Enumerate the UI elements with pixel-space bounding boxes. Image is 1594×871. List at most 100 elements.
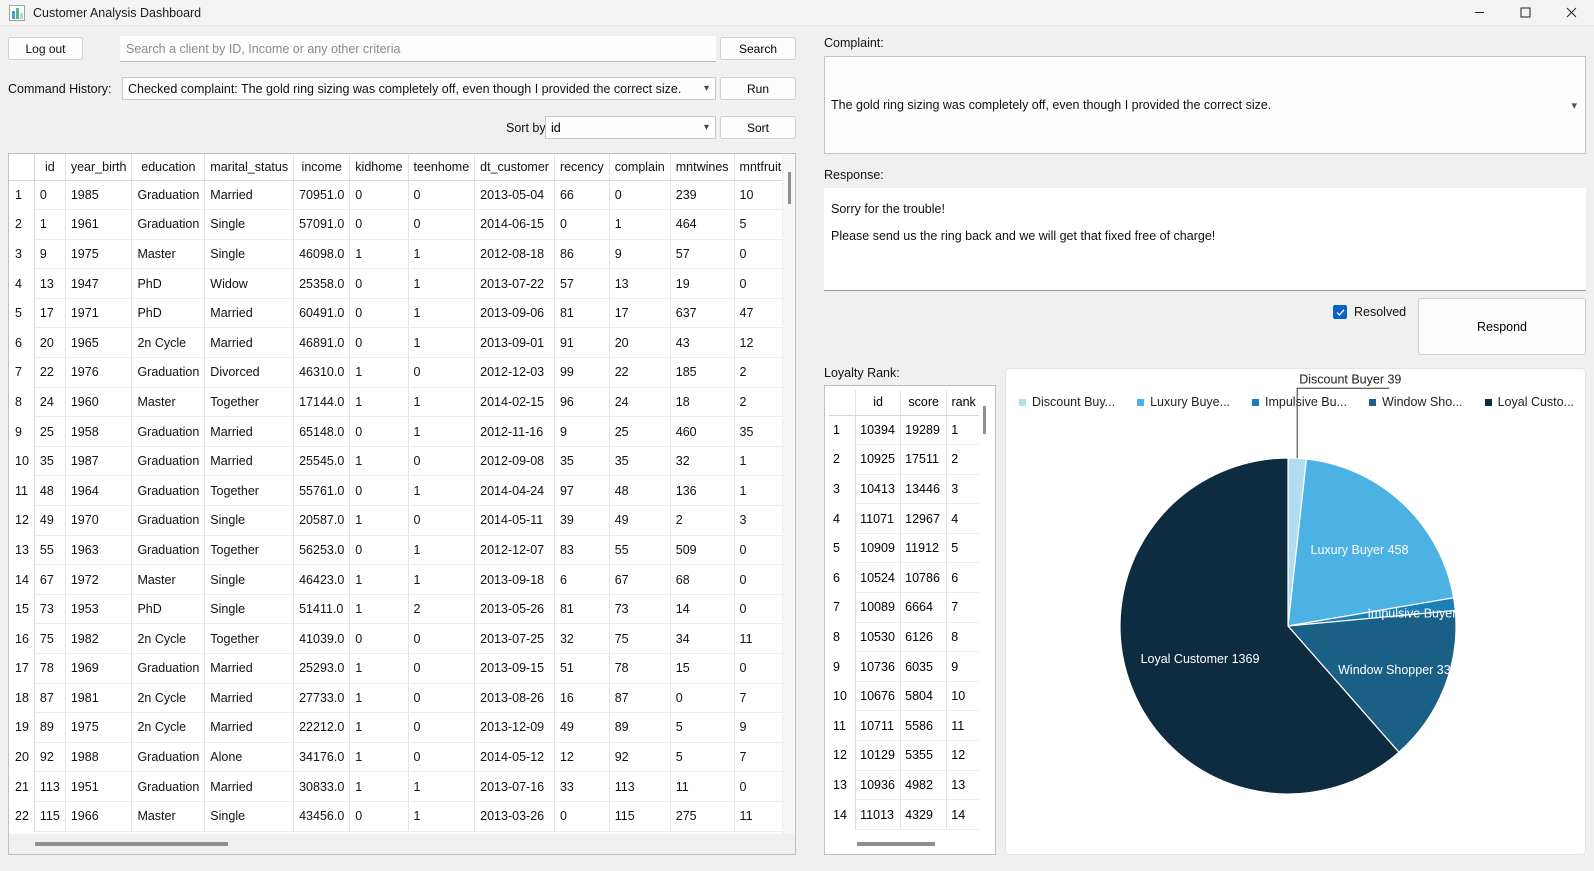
table-row[interactable]: 6 10524 10786 6 bbox=[829, 562, 981, 594]
table-cell: 10524 bbox=[855, 562, 902, 594]
column-header-marital_status[interactable]: marital_status bbox=[204, 154, 295, 181]
table-row[interactable]: 12 10129 5355 12 bbox=[829, 740, 981, 771]
table-cell: 2n Cycle bbox=[131, 683, 206, 714]
table-row[interactable]: 7 10089 6664 7 bbox=[829, 592, 981, 623]
table-cell: 10909 bbox=[855, 533, 902, 564]
row-index: 21 bbox=[9, 771, 35, 802]
table-row[interactable]: 20 92 1988 Graduation Alone 34176.0 1 0 2014-05-… bbox=[9, 742, 784, 773]
row-index: 10 bbox=[9, 446, 35, 476]
table-row[interactable]: 9 10736 6035 9 bbox=[829, 651, 981, 682]
table-cell: 2n Cycle bbox=[131, 623, 206, 654]
table-row[interactable]: 16 75 1982 2n Cycle Together 41039.0 0 0 2013-07… bbox=[9, 623, 784, 654]
column-header-id[interactable]: id bbox=[34, 154, 66, 181]
table-row[interactable]: 10 10676 5804 10 bbox=[829, 681, 981, 712]
table-row[interactable]: 6 20 1965 2n Cycle Married 46891.0 0 1 2013-09-0… bbox=[9, 327, 784, 359]
complaint-field[interactable]: The gold ring sizing was completely off,… bbox=[824, 56, 1586, 154]
column-header-mntwines[interactable]: mntwines bbox=[670, 154, 735, 181]
table-cell: 55761.0 bbox=[293, 475, 351, 507]
scrollbar-thumb[interactable] bbox=[857, 842, 935, 846]
table-cell: 24 bbox=[34, 387, 66, 418]
table-row[interactable]: 14 67 1972 Master Single 46423.0 1 1 2013-09-18 6… bbox=[9, 564, 784, 595]
column-header-kidhome[interactable]: kidhome bbox=[349, 154, 409, 181]
table-row[interactable]: 2 10925 17511 2 bbox=[829, 444, 981, 475]
column-header-score[interactable]: score bbox=[900, 390, 948, 416]
customer-table[interactable]: id year_birth education marital_status incom… bbox=[8, 153, 796, 855]
table-row[interactable]: 8 24 1960 Master Together 17144.0 1 1 2014-02-15… bbox=[9, 387, 784, 418]
table-row[interactable]: 17 78 1969 Graduation Married 25293.0 1 0 2013-0… bbox=[9, 653, 784, 684]
logout-button[interactable]: Log out bbox=[8, 37, 83, 60]
minimize-icon[interactable] bbox=[1456, 0, 1502, 26]
table-cell: 60491.0 bbox=[293, 298, 351, 329]
table-row[interactable]: 13 55 1963 Graduation Together 56253.0 0 1 2012-… bbox=[9, 535, 784, 566]
table-row[interactable]: 7 22 1976 Graduation Divorced 46310.0 1 0 2012-1… bbox=[9, 357, 784, 388]
table-cell: 67 bbox=[34, 564, 66, 595]
table-cell: 35 bbox=[34, 446, 66, 477]
column-header-complain[interactable]: complain bbox=[609, 154, 671, 181]
column-header-teenhome[interactable]: teenhome bbox=[408, 154, 476, 181]
column-header-education[interactable]: education bbox=[131, 154, 206, 181]
table-row[interactable]: 4 11071 12967 4 bbox=[829, 503, 981, 534]
table-cell: 1972 bbox=[65, 564, 133, 595]
table-cell: 7 bbox=[946, 592, 981, 623]
scrollbar-thumb[interactable] bbox=[35, 842, 228, 846]
run-button[interactable]: Run bbox=[720, 77, 796, 100]
row-index: 16 bbox=[9, 623, 35, 654]
table-row[interactable]: 3 10413 13446 3 bbox=[829, 474, 981, 505]
table-row[interactable]: 1 0 1985 Graduation Married 70951.0 0 0 2013-05-… bbox=[9, 180, 784, 211]
table-row[interactable]: 13 10936 4982 13 bbox=[829, 770, 981, 801]
table-row[interactable]: 9 25 1958 Graduation Married 65148.0 0 1 2012-11… bbox=[9, 416, 784, 447]
row-index: 2 bbox=[829, 444, 857, 475]
table-cell: 11 bbox=[734, 623, 784, 654]
table-cell: 92 bbox=[609, 742, 671, 773]
response-textarea[interactable]: Sorry for the trouble! Please send us th… bbox=[824, 188, 1586, 291]
table-cell: 14 bbox=[670, 594, 735, 625]
loyalty-vertical-scrollbar[interactable] bbox=[979, 390, 991, 830]
table-row[interactable]: 18 87 1981 2n Cycle Married 27733.0 1 0 2013-08-… bbox=[9, 683, 784, 714]
column-header-recency[interactable]: recency bbox=[554, 154, 610, 181]
maximize-icon[interactable] bbox=[1502, 0, 1548, 26]
table-row[interactable]: 10 35 1987 Graduation Married 25545.0 1 0 2012-0… bbox=[9, 446, 784, 477]
sort-by-dropdown[interactable]: id ▾ bbox=[545, 116, 716, 139]
table-cell: 0 bbox=[349, 801, 409, 832]
table-row[interactable]: 3 9 1975 Master Single 46098.0 1 1 2012-08-18 86 9… bbox=[9, 239, 784, 270]
column-header-dt_customer[interactable]: dt_customer bbox=[474, 154, 555, 181]
search-button[interactable]: Search bbox=[720, 37, 796, 60]
table-row[interactable]: 14 11013 4329 14 bbox=[829, 799, 981, 830]
table-row[interactable]: 15 73 1953 PhD Single 51411.0 1 2 2013-05-26 81 73… bbox=[9, 594, 784, 625]
resolved-checkbox[interactable] bbox=[1333, 305, 1347, 319]
command-history-dropdown[interactable]: Checked complaint: The gold ring sizing … bbox=[122, 77, 716, 100]
table-row[interactable]: 11 10711 5586 11 bbox=[829, 710, 981, 742]
column-header-year_birth[interactable]: year_birth bbox=[65, 154, 133, 181]
table-cell: 39 bbox=[554, 505, 610, 536]
column-header-id[interactable]: id bbox=[855, 390, 902, 416]
resolved-checkbox-group[interactable]: Resolved bbox=[1333, 305, 1406, 319]
table-cell: 11071 bbox=[855, 503, 902, 534]
table-row[interactable]: 11 48 1964 Graduation Together 55761.0 0 1 2014-… bbox=[9, 475, 784, 507]
table-cell: 1 bbox=[946, 415, 981, 446]
scrollbar-thumb[interactable] bbox=[788, 172, 791, 204]
table-row[interactable]: 12 49 1970 Graduation Single 20587.0 1 0 2014-05… bbox=[9, 505, 784, 536]
table-row[interactable]: 4 13 1947 PhD Widow 25358.0 0 1 2013-07-22 57 13 19… bbox=[9, 268, 784, 299]
respond-button[interactable]: Respond bbox=[1418, 298, 1586, 355]
sort-button[interactable]: Sort bbox=[720, 116, 796, 139]
loyalty-horizontal-scrollbar[interactable] bbox=[829, 836, 993, 852]
column-header-mntfruits[interactable]: mntfruits bbox=[734, 154, 784, 181]
column-header-rank[interactable]: rank bbox=[946, 390, 981, 416]
table-row[interactable]: 5 17 1971 PhD Married 60491.0 0 1 2013-09-06 81 17… bbox=[9, 298, 784, 329]
loyalty-rank-table[interactable]: id score rank 1 10394 19289 1 2 10925 17511 2 3 1041… bbox=[824, 385, 996, 855]
customer-table-horizontal-scrollbar[interactable] bbox=[9, 834, 795, 854]
scrollbar-thumb[interactable] bbox=[983, 406, 986, 434]
table-row[interactable]: 19 89 1975 2n Cycle Married 22212.0 1 0 2013-12-… bbox=[9, 712, 784, 743]
table-row[interactable]: 5 10909 11912 5 bbox=[829, 533, 981, 564]
table-row[interactable]: 22 115 1966 Master Single 43456.0 0 1 2013-03-26… bbox=[9, 801, 784, 832]
table-row[interactable]: 8 10530 6126 8 bbox=[829, 622, 981, 653]
search-input[interactable]: Search a client by ID, Income or any oth… bbox=[120, 36, 716, 62]
close-icon[interactable] bbox=[1548, 0, 1594, 26]
customer-table-vertical-scrollbar[interactable] bbox=[782, 154, 795, 835]
table-cell: 2 bbox=[408, 594, 476, 625]
chevron-down-icon[interactable]: ▾ bbox=[1571, 99, 1577, 112]
table-row[interactable]: 21 113 1951 Graduation Married 30833.0 1 1 2013-… bbox=[9, 771, 784, 802]
column-header-income[interactable]: income bbox=[293, 154, 351, 181]
table-row[interactable]: 2 1 1961 Graduation Single 57091.0 0 0 2014-06-1… bbox=[9, 209, 784, 240]
table-row[interactable]: 1 10394 19289 1 bbox=[829, 415, 981, 446]
